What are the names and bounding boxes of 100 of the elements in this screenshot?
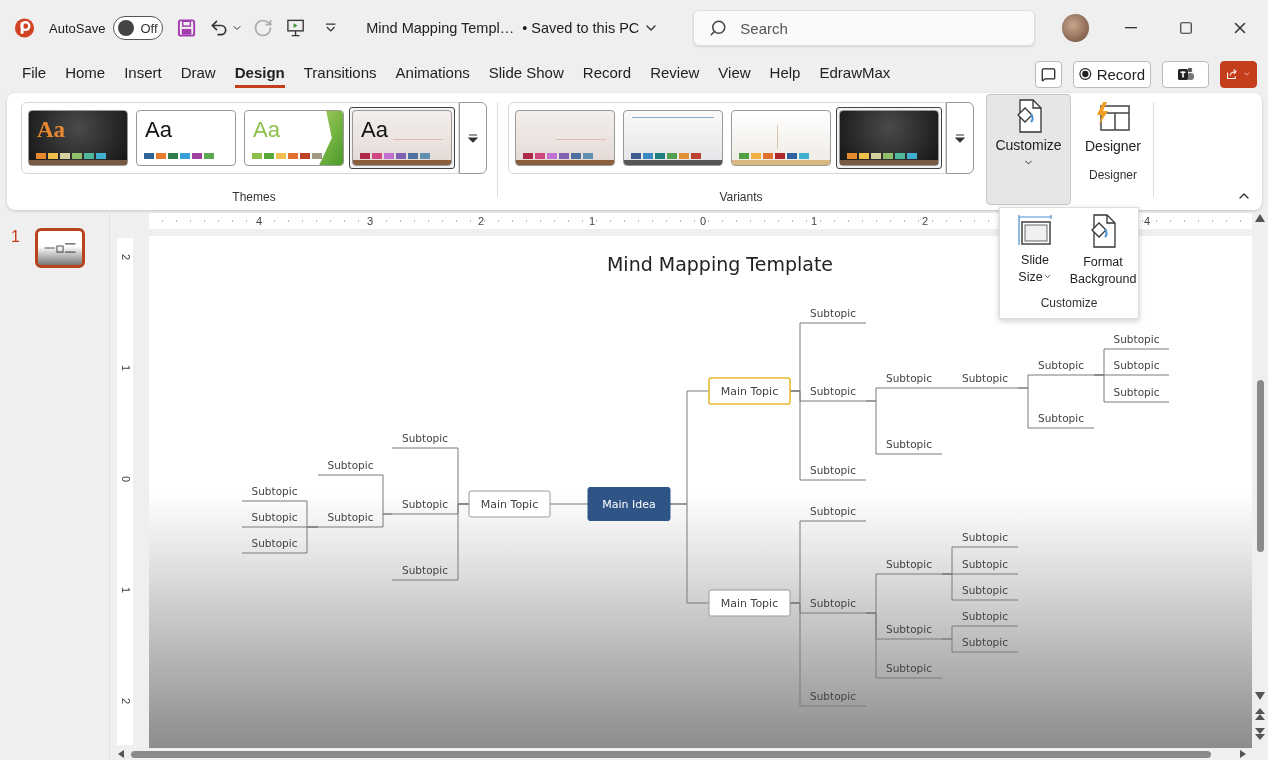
slide-size-icon: [1017, 214, 1053, 246]
slide-size-button[interactable]: Slide Size: [1003, 214, 1067, 288]
theme-thumbnail[interactable]: Aa: [25, 107, 131, 169]
slide-title: Mind Mapping Template: [606, 253, 834, 275]
scroll-left-icon[interactable]: [117, 750, 125, 758]
undo-icon[interactable]: [208, 18, 229, 38]
autosave-toggle[interactable]: Off: [113, 16, 163, 40]
subtopic-node: Subtopic: [951, 610, 1019, 627]
theme-thumbnail[interactable]: [620, 107, 726, 169]
menu-tab[interactable]: Help: [769, 60, 801, 88]
subtopic-node: Subtopic: [951, 584, 1019, 601]
menu-tab[interactable]: File: [22, 60, 47, 88]
theme-thumbnail[interactable]: [836, 107, 942, 169]
customize-button[interactable]: Customize: [986, 94, 1071, 205]
ruler-number: 4: [254, 215, 264, 227]
caret-icon: [1042, 272, 1052, 281]
scroll-right-icon[interactable]: [1239, 750, 1247, 758]
theme-thumbnail[interactable]: Aa: [133, 107, 239, 169]
subtopic-node: Subtopic: [1103, 333, 1170, 350]
main-idea-node: Main Idea: [587, 487, 671, 521]
previous-slide-icon[interactable]: [1255, 708, 1265, 720]
menu-tab[interactable]: Animations: [395, 60, 470, 88]
format-background-button[interactable]: Format Background: [1071, 214, 1135, 288]
save-status[interactable]: • Saved to this PC: [522, 20, 640, 36]
menu-tab[interactable]: Review: [650, 60, 700, 88]
menu-tab[interactable]: Insert: [124, 60, 162, 88]
horizontal-scrollbar-thumb[interactable]: [131, 750, 1211, 758]
teams-button[interactable]: [1162, 60, 1209, 88]
search-field[interactable]: Search: [693, 10, 1036, 46]
theme-thumbnail[interactable]: [728, 107, 834, 169]
designer-button[interactable]: Designer: [1077, 102, 1150, 154]
minimize-icon: [1124, 27, 1137, 29]
more-themes-button[interactable]: [459, 102, 487, 174]
save-icon[interactable]: [176, 18, 196, 38]
ruler-number: 0: [119, 475, 132, 483]
subtopic-node: Subtopic: [241, 485, 308, 502]
menu-tab[interactable]: EdrawMax: [819, 60, 891, 88]
ruler-number: 1: [119, 364, 132, 372]
slide-number: 1: [11, 228, 20, 247]
subtopic-node: Subtopic: [1103, 359, 1170, 376]
main-topic-node: Main Topic: [468, 490, 551, 518]
subtopic-node: Subtopic: [875, 623, 943, 640]
ruler-number: 2: [476, 215, 486, 227]
subtopic-node: Subtopic: [799, 464, 867, 481]
vertical-scrollbar-thumb[interactable]: [1256, 380, 1264, 552]
subtopic-node: Subtopic: [875, 372, 943, 389]
main-topic-node: Main Topic: [708, 377, 791, 405]
subtopic-node: Subtopic: [1103, 386, 1170, 403]
ruler-number: 2: [920, 215, 930, 227]
subtopic-node: Subtopic: [317, 511, 384, 528]
subtopic-node: Subtopic: [1027, 359, 1095, 376]
share-icon: [1226, 67, 1239, 81]
ruler-number: 1: [119, 586, 132, 594]
menu-tab[interactable]: Record: [582, 60, 632, 88]
menu-tab[interactable]: Slide Show: [488, 60, 564, 88]
maximize-icon: [1178, 21, 1193, 35]
slide-thumbnail[interactable]: [34, 228, 85, 268]
more-icon: [955, 133, 965, 143]
more-variants-button[interactable]: [946, 102, 974, 174]
group-label: Customize: [1040, 296, 1098, 310]
theme-thumbnail[interactable]: [512, 107, 618, 169]
more-icon: [468, 133, 478, 143]
connector: [941, 387, 953, 389]
group-label: Themes: [232, 190, 276, 204]
subtopic-node: Subtopic: [951, 558, 1019, 575]
share-button[interactable]: [1220, 60, 1257, 88]
menu-tab[interactable]: Design: [234, 60, 285, 88]
menu-tab[interactable]: View: [718, 60, 751, 88]
document-title[interactable]: Mind Mapping Templ…: [366, 20, 515, 36]
scroll-down-icon[interactable]: [1255, 692, 1265, 700]
scroll-up-icon[interactable]: [1255, 214, 1265, 222]
subtopic-node: Subtopic: [391, 498, 459, 515]
theme-thumbnail[interactable]: Aa: [349, 107, 455, 169]
presentation-icon[interactable]: [285, 18, 305, 38]
subtopic-node: Subtopic: [799, 307, 867, 324]
subtopic-node: Subtopic: [391, 432, 459, 449]
autosave-label: AutoSave: [49, 20, 106, 36]
menu-tab[interactable]: Draw: [180, 60, 216, 88]
customize-toolbar-icon[interactable]: [324, 23, 337, 33]
group-label: Designer: [1089, 168, 1138, 182]
ruler-number: 1: [809, 215, 819, 227]
subtopic-node: Subtopic: [241, 537, 308, 554]
subtopic-node: Subtopic: [875, 558, 943, 575]
subtopic-node: Subtopic: [951, 636, 1019, 653]
menu-tab[interactable]: Transitions: [303, 60, 377, 88]
subtopic-node: Subtopic: [799, 385, 867, 402]
avatar[interactable]: [1062, 14, 1090, 42]
record-button[interactable]: Record: [1073, 60, 1151, 88]
speech-bubble-icon: [1041, 66, 1056, 82]
ruler-number: 2: [119, 697, 132, 705]
mind-map-drawing: [43, 242, 76, 253]
ruler-number: 1: [587, 215, 597, 227]
subtopic-node: Subtopic: [1027, 412, 1095, 429]
designer-icon: [1095, 102, 1131, 132]
next-slide-icon[interactable]: [1255, 728, 1265, 740]
search-icon: [709, 19, 728, 37]
menu-tab[interactable]: Home: [65, 60, 106, 88]
connector: [549, 503, 589, 505]
ruler-number: 2: [119, 253, 132, 261]
comments-button[interactable]: [1035, 60, 1062, 88]
